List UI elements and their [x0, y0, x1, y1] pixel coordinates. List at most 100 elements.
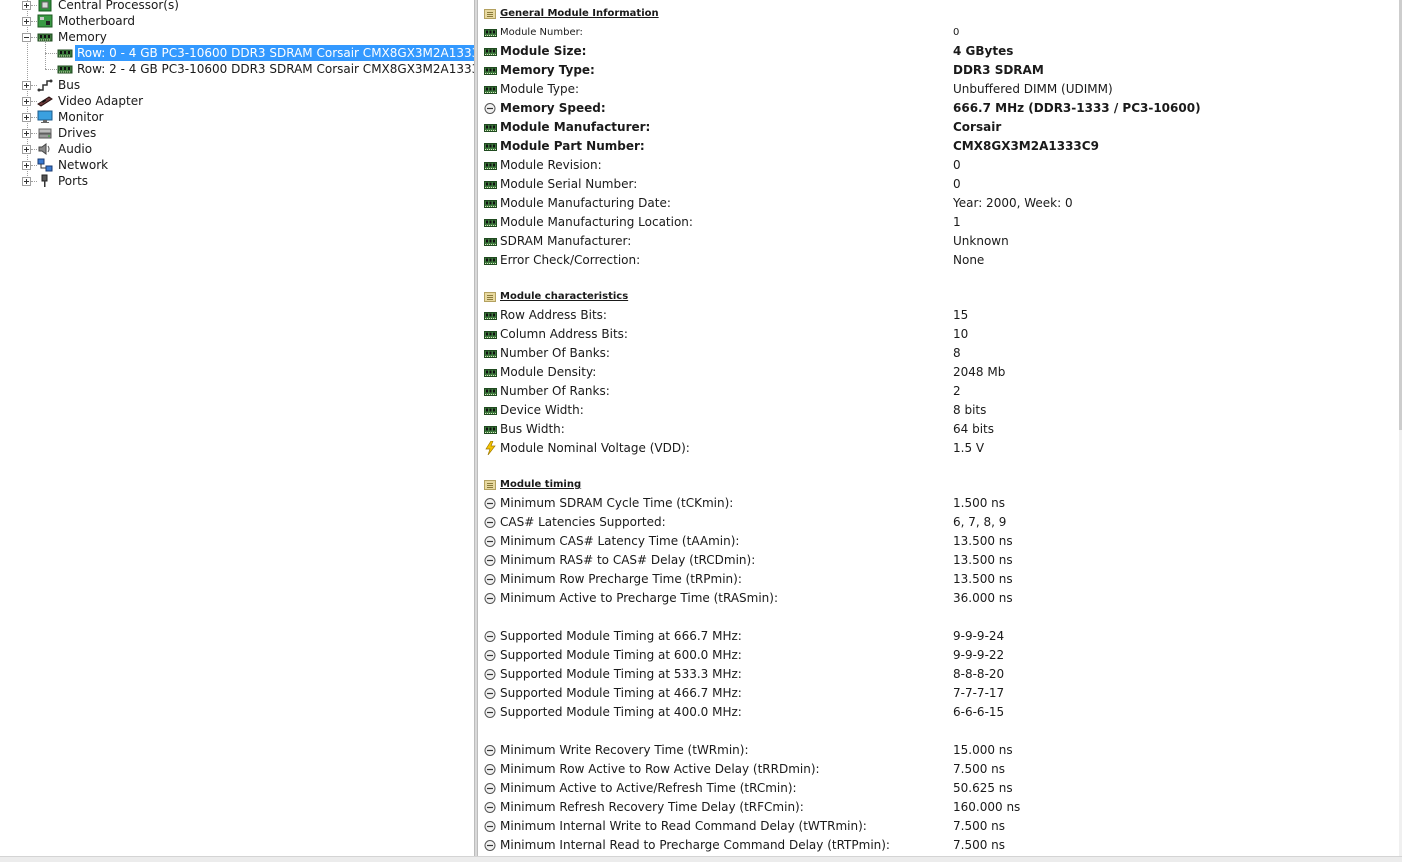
section-icon — [484, 480, 496, 490]
device-tree[interactable]: Central Processor(s) Motherboard Memory Row… — [0, 0, 474, 856]
property-row: Module Serial Number: 0 — [484, 175, 1394, 194]
property-label: Module Revision: — [500, 158, 602, 172]
tree-item-central-processor-s[interactable]: Central Processor(s) — [0, 0, 474, 13]
property-row: Minimum CAS# Latency Time (tAAmin): 13.50… — [484, 532, 1394, 551]
tree-item-label[interactable]: Video Adapter — [56, 93, 145, 109]
tree-item-label[interactable]: Ports — [56, 173, 90, 189]
property-row: CAS# Latencies Supported: 6, 7, 8, 9 — [484, 513, 1394, 532]
memory-chip-icon — [484, 348, 497, 359]
property-value: 13.500 ns — [953, 572, 1013, 586]
clock-icon — [484, 574, 497, 585]
property-value: 10 — [953, 327, 969, 341]
property-label: Module Manufacturing Location: — [500, 215, 693, 229]
tree-item-label[interactable]: Drives — [56, 125, 98, 141]
property-label: Module Nominal Voltage (VDD): — [500, 441, 690, 455]
memory-chip-icon — [484, 179, 497, 190]
property-label: Module Density: — [500, 365, 597, 379]
clock-icon — [484, 669, 497, 680]
memory-chip-icon — [484, 84, 497, 95]
expand-icon[interactable] — [22, 113, 31, 122]
property-label: Row Address Bits: — [500, 308, 607, 322]
tree-connector — [45, 69, 57, 70]
tree-item-row-2-4-gb-pc3-10600-ddr3-sdram-corsair-cmx8gx3m2a1333c9[interactable]: Row: 2 - 4 GB PC3-10600 DDR3 SDRAM Corsa… — [0, 61, 474, 77]
property-label: Minimum SDRAM Cycle Time (tCKmin): — [500, 496, 734, 510]
property-row: Module Size: 4 GBytes — [484, 42, 1394, 61]
property-value: 64 bits — [953, 422, 994, 436]
property-value: 7.500 ns — [953, 838, 1006, 852]
property-value: 15 — [953, 308, 969, 322]
expand-icon[interactable] — [22, 17, 31, 26]
property-row: Minimum Internal Read to Precharge Comma… — [484, 836, 1394, 855]
property-label: Supported Module Timing at 600.0 MHz: — [500, 648, 742, 662]
tree-item-video-adapter[interactable]: Video Adapter — [0, 93, 474, 109]
cpu-icon — [37, 0, 53, 12]
tree-item-label[interactable]: Monitor — [56, 109, 106, 125]
expand-icon[interactable] — [22, 97, 31, 106]
expand-icon[interactable] — [22, 145, 31, 154]
property-label: Module Size: — [500, 44, 587, 58]
property-row: Minimum Row Precharge Time (tRPmin): 13.5… — [484, 570, 1394, 589]
clock-icon — [484, 517, 497, 528]
property-label: Minimum Row Precharge Time (tRPmin): — [500, 572, 742, 586]
property-row: Module Revision: 0 — [484, 156, 1394, 175]
tree-item-label[interactable]: Network — [56, 157, 110, 173]
memory-chip-icon — [484, 405, 497, 416]
tree-item-label[interactable]: Central Processor(s) — [56, 0, 181, 13]
clock-icon — [484, 498, 497, 509]
expand-icon[interactable] — [22, 129, 31, 138]
tree-item-bus[interactable]: Bus — [0, 77, 474, 93]
property-value: 0 — [953, 158, 961, 172]
property-label: Supported Module Timing at 533.3 MHz: — [500, 667, 742, 681]
tree-item-label[interactable]: Memory — [56, 29, 109, 45]
collapse-icon[interactable] — [22, 33, 31, 42]
property-row: Minimum RAS# to CAS# Delay (tRCDmin): 13.… — [484, 551, 1394, 570]
property-value: Year: 2000, Week: 0 — [953, 196, 1073, 210]
property-row: Supported Module Timing at 466.7 MHz: 7-7… — [484, 684, 1394, 703]
tree-item-motherboard[interactable]: Motherboard — [0, 13, 474, 29]
property-value: 6, 7, 8, 9 — [953, 515, 1007, 529]
property-row: Module Manufacturer: Corsair — [484, 118, 1394, 137]
tree-item-row-0-4-gb-pc3-10600-ddr3-sdram-corsair-cmx8gx3m2a1333c9[interactable]: Row: 0 - 4 GB PC3-10600 DDR3 SDRAM Corsa… — [0, 44, 474, 62]
property-label: Minimum RAS# to CAS# Delay (tRCDmin): — [500, 553, 756, 567]
section-title: Module timing — [500, 479, 582, 490]
expand-icon[interactable] — [22, 161, 31, 170]
property-label: Module Manufacturer: — [500, 120, 651, 134]
expand-icon[interactable] — [22, 177, 31, 186]
property-value: 2048 Mb — [953, 365, 1006, 379]
tree-item-label[interactable]: Bus — [56, 77, 82, 93]
property-value: 9-9-9-22 — [953, 648, 1005, 662]
property-value: 8 bits — [953, 403, 987, 417]
property-label: Minimum CAS# Latency Time (tAAmin): — [500, 534, 740, 548]
property-row: Row Address Bits: 15 — [484, 306, 1394, 325]
tree-item-label[interactable]: Audio — [56, 141, 94, 157]
property-row: Minimum Active to Precharge Time (tRASmi… — [484, 589, 1394, 608]
memory-chip-icon — [484, 424, 497, 435]
property-row: Minimum Row Active to Row Active Delay (… — [484, 760, 1394, 779]
tree-item-network[interactable]: Network — [0, 157, 474, 173]
property-value: 1 — [953, 215, 961, 229]
property-value: CMX8GX3M2A1333C9 — [953, 139, 1099, 153]
tree-item-memory[interactable]: Memory — [0, 29, 474, 45]
property-row: Module Density: 2048 Mb — [484, 363, 1394, 382]
tree-item-label[interactable]: Motherboard — [56, 13, 137, 29]
memory-chip-icon — [484, 255, 497, 266]
property-row: Module Type: Unbuffered DIMM (UDIMM) — [484, 80, 1394, 99]
tree-item-label[interactable]: Row: 0 - 4 GB PC3-10600 DDR3 SDRAM Corsa… — [73, 44, 474, 62]
property-row: Supported Module Timing at 400.0 MHz: 6-6… — [484, 703, 1394, 722]
tree-item-ports[interactable]: Ports — [0, 173, 474, 189]
tree-item-label[interactable]: Row: 2 - 4 GB PC3-10600 DDR3 SDRAM Corsa… — [75, 61, 474, 77]
clock-icon — [484, 536, 497, 547]
property-value: 50.625 ns — [953, 781, 1013, 795]
property-value: 6-6-6-15 — [953, 705, 1005, 719]
memory-chip-icon — [484, 310, 497, 321]
expand-icon[interactable] — [22, 81, 31, 90]
property-label: Module Part Number: — [500, 139, 645, 153]
tree-item-monitor[interactable]: Monitor — [0, 109, 474, 125]
tree-item-audio[interactable]: Audio — [0, 141, 474, 157]
expand-icon[interactable] — [22, 1, 31, 10]
property-row: Bus Width: 64 bits — [484, 420, 1394, 439]
property-label: Supported Module Timing at 466.7 MHz: — [500, 686, 742, 700]
property-row: Error Check/Correction: None — [484, 251, 1394, 270]
section-title: General Module Information — [500, 8, 659, 19]
tree-item-drives[interactable]: Drives — [0, 125, 474, 141]
